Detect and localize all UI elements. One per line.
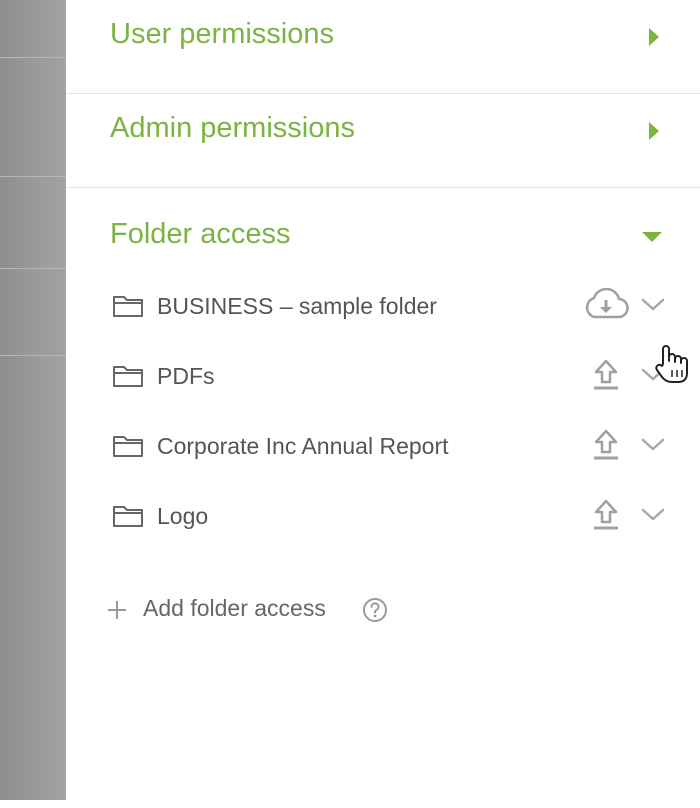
folder-name: Corporate Inc Annual Report [157,433,449,459]
add-folder-access-button[interactable]: Add folder access [106,593,406,629]
add-folder-access-label: Add folder access [143,595,326,621]
folder-icon [113,436,143,457]
chevron-down-icon[interactable] [638,295,668,315]
expand-arrow-icon[interactable] [649,28,659,46]
folder-name: BUSINESS – sample folder [157,293,437,319]
section-title-folder-access[interactable]: Folder access [110,218,291,251]
folder-name: Logo [157,503,209,529]
section-title-admin-permissions: Admin permissions [110,112,355,144]
backdrop-line [0,57,66,58]
cloud-download-icon[interactable] [582,288,630,322]
folder-icon [113,296,143,317]
folder-icon [113,366,143,387]
backdrop-line [0,355,66,356]
expand-arrow-icon[interactable] [649,122,659,140]
upload-icon[interactable] [590,498,622,532]
chevron-down-icon[interactable] [638,505,668,525]
folder-name: PDFs [157,363,215,389]
upload-icon[interactable] [590,358,622,392]
chevron-down-icon[interactable] [638,435,668,455]
modal-backdrop[interactable] [0,0,66,800]
backdrop-line [0,268,66,269]
chevron-down-icon[interactable] [638,365,668,385]
section-user-permissions[interactable]: User permissions [66,0,700,94]
folder-row-pdfs[interactable]: PDFs [110,356,680,396]
section-admin-permissions[interactable]: Admin permissions [66,94,700,188]
backdrop-line [0,176,66,177]
permissions-panel: User permissions Admin permissions Folde… [66,0,700,800]
folder-row-corporate-inc-annual-report[interactable]: Corporate Inc Annual Report [110,426,680,466]
help-icon[interactable] [362,597,388,623]
upload-icon[interactable] [590,428,622,462]
folder-icon [113,506,143,527]
folder-row-business[interactable]: BUSINESS – sample folder [110,286,680,326]
section-title-user-permissions: User permissions [110,18,334,50]
section-folder-access: Folder access BUSINESS – sample folder P… [66,188,700,808]
plus-icon [108,601,126,619]
collapse-arrow-icon[interactable] [642,232,662,242]
folder-row-logo[interactable]: Logo [110,496,680,536]
